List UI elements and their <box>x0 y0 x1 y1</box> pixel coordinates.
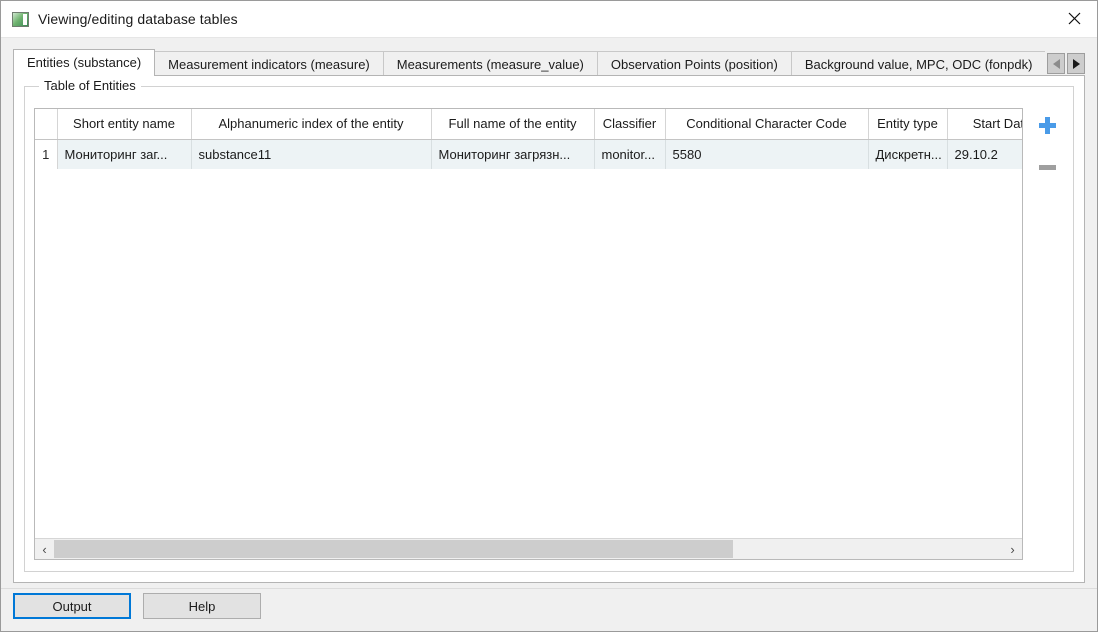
column-header-start-date[interactable]: Start Date <box>947 109 1022 140</box>
grid-body: 1 Мониторинг заг... substance11 Монитори… <box>35 139 1022 169</box>
tab-list: Entities (substance) Measurement indicat… <box>13 49 1045 76</box>
tab-page-entities: Table of Entities Short entity name Alph… <box>13 75 1085 583</box>
remove-row-button[interactable] <box>1031 151 1063 183</box>
cell-start-date[interactable]: 29.10.2 <box>947 139 1022 169</box>
cell-full-name[interactable]: Мониторинг загрязн... <box>431 139 595 169</box>
column-header-alphanumeric-index[interactable]: Alphanumeric index of the entity <box>191 109 432 140</box>
tab-observation-points[interactable]: Observation Points (position) <box>596 51 792 76</box>
tab-scroll-left-icon[interactable] <box>1047 53 1065 74</box>
footer-button-bar: Output Help <box>13 589 1085 623</box>
column-header-classifier[interactable]: Classifier <box>594 109 666 140</box>
title-bar: Viewing/editing database tables <box>1 1 1097 38</box>
tab-strip: Entities (substance) Measurement indicat… <box>13 49 1085 76</box>
window-content: Entities (substance) Measurement indicat… <box>1 38 1097 631</box>
tab-scroll-controls <box>1047 51 1085 76</box>
tab-label: Entities (substance) <box>27 55 142 70</box>
plus-icon <box>1038 116 1056 134</box>
grid-header: Short entity name Alphanumeric index of … <box>35 109 1022 140</box>
tab-entities-substance[interactable]: Entities (substance) <box>13 49 156 76</box>
table-of-entities-group: Table of Entities Short entity name Alph… <box>24 78 1074 572</box>
help-button[interactable]: Help <box>143 593 261 619</box>
scrollbar-track[interactable] <box>54 539 1003 559</box>
cell-alphanumeric-index[interactable]: substance11 <box>191 139 432 169</box>
tab-label: Background value, MPC, ODC (fonpdk) <box>804 57 1033 72</box>
group-box-label: Table of Entities <box>39 78 141 93</box>
entities-table: Short entity name Alphanumeric index of … <box>34 108 1023 560</box>
table-row[interactable]: 1 Мониторинг заг... substance11 Монитори… <box>35 139 1022 169</box>
header-row: Short entity name Alphanumeric index of … <box>35 109 1022 140</box>
window-title: Viewing/editing database tables <box>38 11 238 27</box>
cell-entity-type[interactable]: Дискретн... <box>868 139 948 169</box>
close-icon[interactable] <box>1051 1 1097 36</box>
column-header-conditional-character-code[interactable]: Conditional Character Code <box>665 109 869 140</box>
grid-viewport[interactable]: Short entity name Alphanumeric index of … <box>35 109 1022 538</box>
tab-scroll-right-icon[interactable] <box>1067 53 1085 74</box>
tab-label: Observation Points (position) <box>610 57 778 72</box>
application-window: Viewing/editing database tables Entities… <box>0 0 1098 632</box>
output-button[interactable]: Output <box>13 593 131 619</box>
column-header-entity-type[interactable]: Entity type <box>868 109 948 140</box>
tab-measurements[interactable]: Measurements (measure_value) <box>382 51 598 76</box>
column-header-short-entity-name[interactable]: Short entity name <box>57 109 192 140</box>
entities-grid: Short entity name Alphanumeric index of … <box>35 109 1022 169</box>
row-number-cell: 1 <box>35 139 58 169</box>
add-row-button[interactable] <box>1031 109 1063 141</box>
column-header-full-name[interactable]: Full name of the entity <box>431 109 595 140</box>
row-action-buttons <box>1027 109 1067 183</box>
scrollbar-thumb[interactable] <box>54 540 733 558</box>
horizontal-scrollbar[interactable]: ‹ › <box>35 538 1022 559</box>
scroll-left-icon[interactable]: ‹ <box>35 539 54 559</box>
tab-label: Measurements (measure_value) <box>396 57 584 72</box>
tab-label: Measurement indicators (measure) <box>168 57 370 72</box>
cell-short-entity-name[interactable]: Мониторинг заг... <box>57 139 192 169</box>
image-table-icon <box>12 11 29 27</box>
scroll-right-icon[interactable]: › <box>1003 539 1022 559</box>
tab-background-value-mpc-odc[interactable]: Background value, MPC, ODC (fonpdk) <box>790 51 1045 76</box>
cell-classifier[interactable]: monitor... <box>594 139 666 169</box>
minus-icon <box>1038 164 1056 170</box>
cell-conditional-character-code[interactable]: 5580 <box>665 139 869 169</box>
tab-measurement-indicators[interactable]: Measurement indicators (measure) <box>154 51 384 76</box>
row-number-header <box>35 109 58 140</box>
